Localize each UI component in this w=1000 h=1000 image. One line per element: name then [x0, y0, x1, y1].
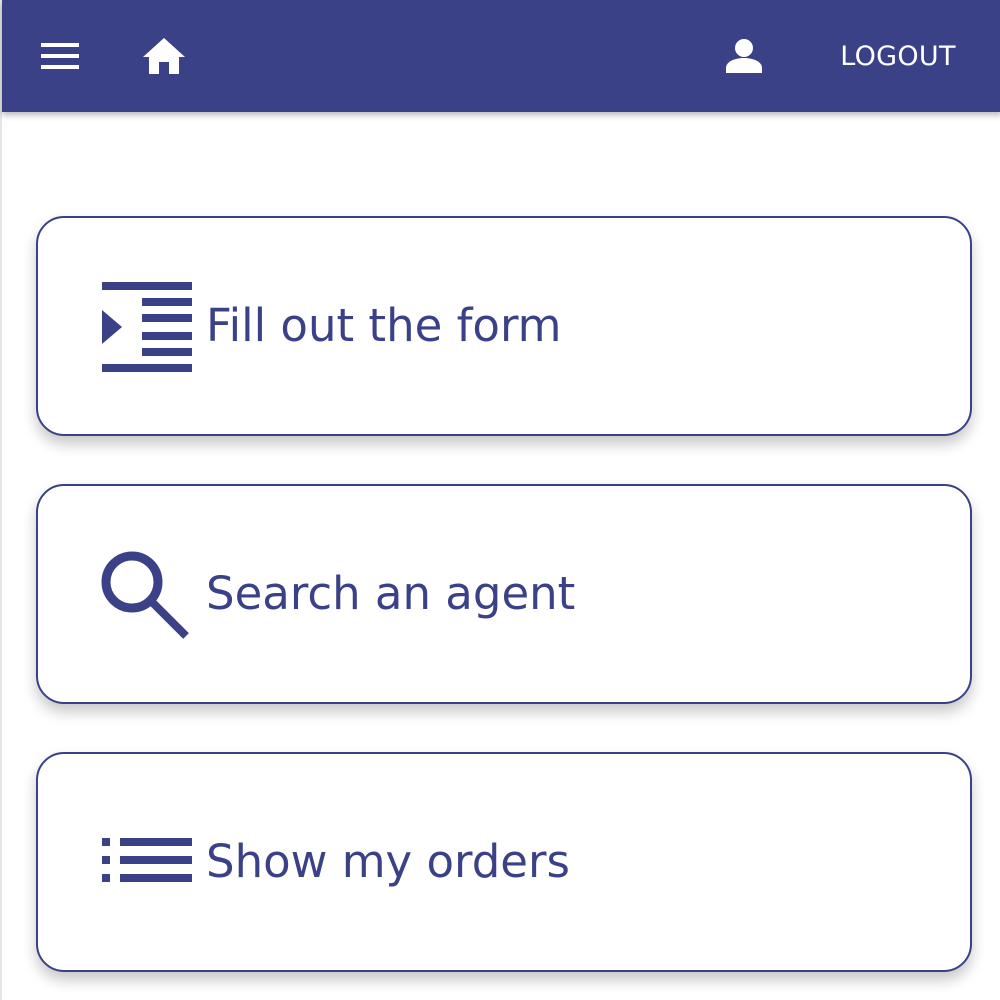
- person-icon: [726, 39, 762, 73]
- fill-form-card[interactable]: Fill out the form: [36, 216, 972, 436]
- search-agent-card[interactable]: Search an agent: [36, 484, 972, 704]
- show-orders-card[interactable]: Show my orders: [36, 752, 972, 972]
- form-indent-icon: [100, 282, 192, 374]
- show-orders-label: Show my orders: [206, 835, 570, 888]
- search-agent-label: Search an agent: [206, 567, 576, 620]
- menu-button[interactable]: [32, 32, 88, 80]
- logout-button[interactable]: LOGOUT: [822, 28, 974, 84]
- hamburger-menu-icon: [41, 43, 79, 69]
- search-icon: [100, 550, 192, 642]
- fill-form-label: Fill out the form: [206, 299, 562, 352]
- app-page: LOGOUT Fill out the form Search an agent…: [0, 0, 1000, 1000]
- home-button[interactable]: [136, 32, 192, 80]
- account-button[interactable]: [716, 32, 772, 80]
- list-icon: [100, 818, 192, 910]
- home-icon: [143, 38, 185, 74]
- top-app-bar: LOGOUT: [2, 0, 1000, 112]
- action-card-list: Fill out the form Search an agent Show m…: [36, 216, 972, 1000]
